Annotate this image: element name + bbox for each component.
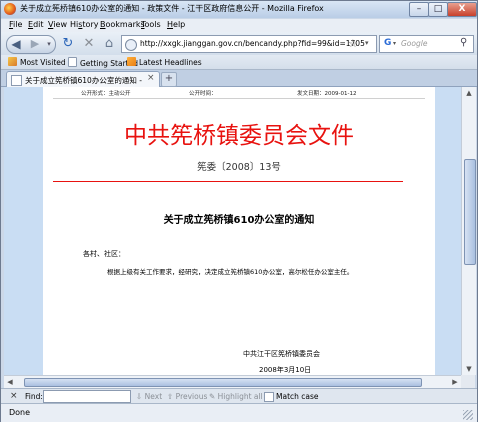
stop-icon[interactable]: ✕ [81, 36, 97, 52]
find-close-icon[interactable]: × [10, 391, 18, 401]
forward-arrow-icon[interactable]: ▶ [27, 36, 43, 53]
site-identity-icon[interactable] [125, 39, 137, 51]
close-window-button[interactable]: X [447, 2, 477, 17]
highlight-all-button[interactable]: ✎ Highlight all [209, 392, 263, 401]
bookmark-latest-headlines[interactable]: Latest Headlines [127, 57, 202, 67]
red-divider [53, 181, 403, 182]
match-case-label[interactable]: Match case [276, 392, 319, 401]
firefox-window: 关于成立筅桥镇610办公室的通知 - 政策文件 - 江干区政府信息公开 - Mo… [0, 0, 478, 422]
find-previous-button[interactable]: ⇧ Previous [167, 392, 207, 401]
document-body: 根据上级有关工作要求，经研究，决定成立筅桥镇610办公室，高尔松任办公室主任。 [107, 268, 354, 276]
menu-edit[interactable]: Edit [28, 20, 44, 29]
find-label: Find: [25, 392, 43, 401]
status-bar: Done [1, 403, 477, 422]
horizontal-scrollbar[interactable]: ◀ ▶ [4, 375, 461, 388]
page-icon [68, 57, 77, 67]
search-bar[interactable]: G ▾ Google ⚲ [379, 35, 474, 53]
scroll-left-arrow-icon[interactable]: ◀ [4, 376, 16, 388]
find-next-button[interactable]: ⇩ Next [136, 392, 162, 401]
menu-bar: File Edit View History Bookmarks Tools H… [1, 19, 477, 32]
resize-grip-icon[interactable] [463, 410, 473, 420]
tab-current[interactable]: 关于成立筅桥镇610办公室的通知 - ... × [6, 71, 160, 87]
document-recipient: 各村、社区： [83, 250, 125, 258]
vertical-scroll-thumb[interactable] [464, 159, 476, 265]
maximize-button[interactable]: □ [428, 2, 448, 17]
page-viewport[interactable]: 公开形式：主动公开 公开时间： 发文日期：2009-01-12 中共筅桥镇委员会… [4, 87, 461, 375]
history-dropdown-icon[interactable]: ▾ [44, 36, 54, 53]
document-title: 关于成立筅桥镇610办公室的通知 [163, 215, 315, 226]
minimize-button[interactable]: – [409, 2, 429, 17]
bookmark-most-visited[interactable]: Most Visited [8, 57, 66, 67]
tab-bar: 关于成立筅桥镇610办公室的通知 - ... × + [1, 70, 477, 87]
document-number: 筅委〔2008〕13号 [197, 162, 281, 173]
firefox-logo-icon [4, 3, 16, 15]
home-icon[interactable]: ⌂ [101, 36, 117, 52]
signature-organization: 中共江干区筅桥镇委员会 [243, 350, 320, 358]
meta-issue-date: 发文日期：2009-01-12 [297, 91, 357, 97]
search-icon[interactable]: ⚲ [460, 37, 467, 48]
google-icon[interactable]: G [384, 38, 391, 48]
bookmarks-toolbar: Most Visited Getting Started Latest Head… [1, 55, 477, 70]
url-bar[interactable]: http://xxgk.jianggan.gov.cn/bencandy.php… [121, 35, 377, 53]
vertical-scrollbar[interactable]: ▲ ▼ [461, 87, 476, 375]
horizontal-scroll-thumb[interactable] [24, 378, 422, 387]
tab-label[interactable]: 关于成立筅桥镇610办公室的通知 - ... [25, 75, 143, 86]
navigation-toolbar: ◀ ▶ ▾ ↻ ✕ ⌂ http://xxgk.jianggan.gov.cn/… [1, 32, 477, 55]
menu-tools[interactable]: Tools [141, 20, 161, 29]
menu-file[interactable]: File [9, 20, 22, 29]
new-tab-button[interactable]: + [161, 72, 177, 87]
find-input[interactable] [43, 390, 131, 403]
bookmark-star-icon[interactable]: ☆ [348, 37, 358, 50]
menu-help[interactable]: Help [167, 20, 185, 29]
signature-date: 2008年3月10日 [259, 366, 312, 374]
search-engine-dropdown-icon[interactable]: ▾ [393, 40, 396, 47]
find-bar: × Find: ⇩ Next ⇧ Previous ✎ Highlight al… [1, 388, 477, 404]
menu-bookmarks[interactable]: Bookmarks [100, 20, 145, 29]
document-header: 中共筅桥镇委员会文件 [124, 123, 354, 149]
up-arrow-icon: ⇧ [167, 392, 176, 401]
menu-view[interactable]: View [48, 20, 67, 29]
meta-divider [53, 98, 425, 99]
most-visited-icon [8, 57, 17, 66]
scroll-right-arrow-icon[interactable]: ▶ [449, 376, 461, 388]
meta-publisher: 公开形式：主动公开 [81, 91, 131, 97]
scrollbar-corner [461, 375, 475, 388]
search-placeholder[interactable]: Google [401, 39, 427, 48]
back-forward-group: ◀ ▶ ▾ [6, 35, 56, 54]
match-case-checkbox[interactable] [264, 392, 274, 402]
scroll-down-arrow-icon[interactable]: ▼ [462, 363, 476, 375]
down-arrow-icon: ⇩ [136, 392, 145, 401]
highlight-icon: ✎ [209, 392, 218, 401]
title-bar: 关于成立筅桥镇610办公室的通知 - 政策文件 - 江干区政府信息公开 - Mo… [1, 1, 477, 18]
url-dropdown-icon[interactable]: ▾ [365, 39, 369, 47]
meta-time: 公开时间： [189, 91, 217, 97]
page-icon [11, 75, 22, 86]
tab-close-icon[interactable]: × [147, 73, 155, 83]
scroll-up-arrow-icon[interactable]: ▲ [462, 87, 476, 99]
document-page: 公开形式：主动公开 公开时间： 发文日期：2009-01-12 中共筅桥镇委员会… [43, 87, 435, 375]
menu-history[interactable]: History [70, 20, 98, 29]
rss-icon [127, 57, 136, 66]
status-text: Done [9, 408, 31, 417]
reload-icon[interactable]: ↻ [60, 36, 76, 52]
back-arrow-icon[interactable]: ◀ [7, 36, 25, 53]
window-title: 关于成立筅桥镇610办公室的通知 - 政策文件 - 江干区政府信息公开 - Mo… [20, 4, 324, 13]
url-text[interactable]: http://xxgk.jianggan.gov.cn/bencandy.php… [140, 39, 365, 48]
